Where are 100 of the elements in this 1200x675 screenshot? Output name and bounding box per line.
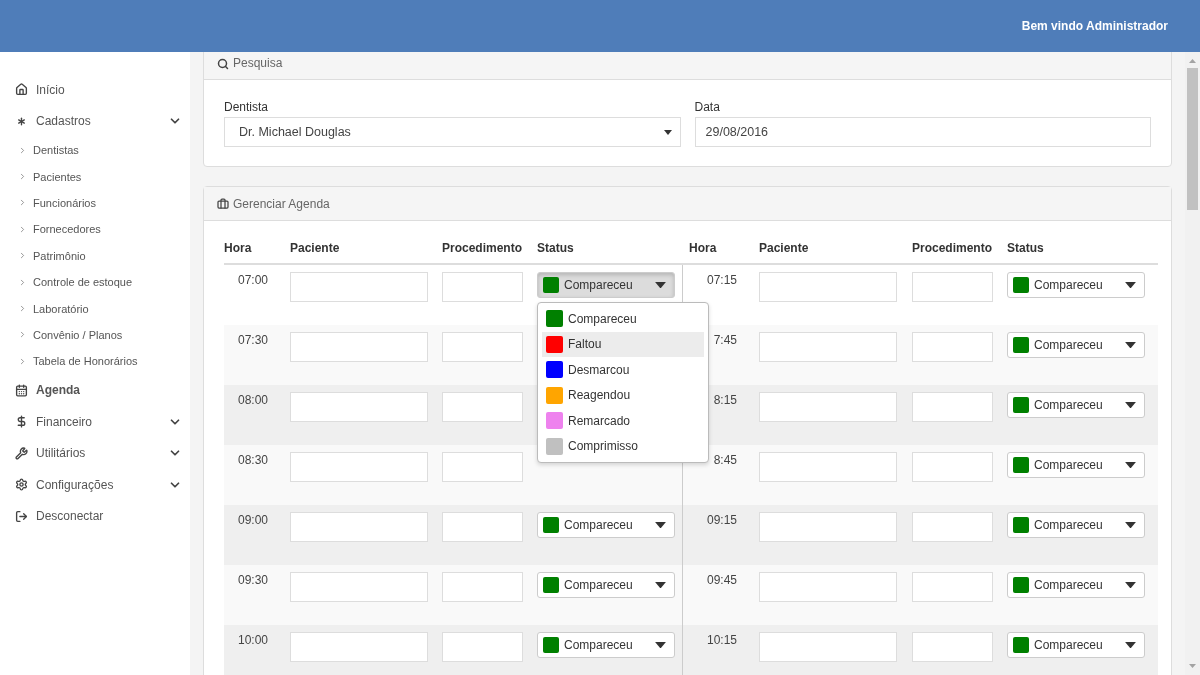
patient-input[interactable] [290,332,428,362]
caret-icon [1125,401,1136,409]
time-label: 8:15 [713,393,737,407]
sidebar-subitem[interactable]: Dentistas [0,137,190,164]
procedure-input[interactable] [442,512,523,542]
status-select[interactable]: Compareceu [537,572,675,598]
patient-input[interactable] [290,512,428,542]
status-option[interactable]: Remarcado [542,408,704,434]
procedure-input[interactable] [912,572,993,602]
status-select[interactable]: Compareceu [1007,632,1145,658]
settings-icon [15,478,28,492]
procedure-input[interactable] [442,632,523,662]
chevron-right-icon [18,224,27,234]
status-select[interactable]: Compareceu [1007,572,1145,598]
sidebar-subitem[interactable]: Laboratório [0,295,190,322]
caret-icon [655,281,666,289]
column-header: Paciente [759,240,810,255]
patient-input[interactable] [290,572,428,602]
column-header: Status [1007,240,1045,255]
sidebar-subitem[interactable]: Patrimônio [0,242,190,269]
caret-icon [663,129,672,135]
column-header: Procedimento [912,240,993,255]
status-option[interactable]: Desmarcou [542,357,704,383]
sidebar-item[interactable]: Início [0,74,190,106]
status-select[interactable]: Compareceu [1007,392,1145,418]
procedure-input[interactable] [442,392,523,422]
chevron-right-icon [18,330,27,340]
sidebar-item[interactable]: Desconectar [0,500,190,532]
chevron-right-icon [18,277,27,287]
dollar-icon [15,415,28,429]
sidebar-subitem[interactable]: Tabela de Honorários [0,348,190,375]
time-label: 7:45 [713,333,737,347]
procedure-input[interactable] [912,272,993,302]
column-header: Procedimento [442,240,523,255]
column-header: Hora [688,240,718,255]
caret-icon [655,641,666,649]
time-label: 8:45 [713,453,737,467]
status-select[interactable]: Compareceu [537,512,675,538]
status-select[interactable]: Compareceu [1007,452,1145,478]
procedure-input[interactable] [912,392,993,422]
patient-input[interactable] [759,392,897,422]
patient-input[interactable] [759,572,897,602]
procedure-input[interactable] [912,332,993,362]
sidebar-item[interactable]: Configurações [0,469,190,501]
patient-input[interactable] [290,452,428,482]
status-select[interactable]: Compareceu [1007,512,1145,538]
sidebar-subitem[interactable]: Pacientes [0,163,190,190]
chevron-right-icon [18,145,27,155]
calendar-icon [15,383,28,397]
chevron-right-icon [18,251,27,261]
patient-input[interactable] [759,452,897,482]
sidebar-subitem[interactable]: Fornecedores [0,216,190,243]
status-option[interactable]: Compareceu [542,306,704,332]
time-label: 09:15 [706,513,737,527]
date-field[interactable]: 29/08/2016 [694,117,1151,147]
time-label: 10:00 [237,633,268,647]
caret-icon [1125,521,1136,529]
patient-input[interactable] [290,632,428,662]
patient-input[interactable] [759,272,897,302]
patient-input[interactable] [759,332,897,362]
procedure-input[interactable] [912,632,993,662]
sidebar-subitem[interactable]: Controle de estoque [0,268,190,296]
time-label: 07:00 [237,273,268,287]
status-option[interactable]: Faltou [542,331,704,357]
caret-icon [1125,581,1136,589]
logout-icon [15,509,28,523]
caret-icon [655,581,666,589]
patient-input[interactable] [759,632,897,662]
status-select[interactable]: Compareceu [537,632,675,658]
sidebar-item[interactable]: Utilitários [0,437,190,469]
status-option[interactable]: Comprimisso [542,433,704,459]
dentist-select[interactable]: Dr. Michael Douglas [224,117,681,147]
chevron-right-icon [18,172,27,182]
patient-input[interactable] [290,392,428,422]
patient-input[interactable] [290,272,428,302]
status-select[interactable]: Compareceu [1007,332,1145,358]
procedure-input[interactable] [442,332,523,362]
status-option[interactable]: Reagendou [542,382,704,408]
status-select[interactable]: Compareceu [1007,272,1145,298]
procedure-input[interactable] [442,572,523,602]
status-select[interactable]: Compareceu [537,272,675,298]
field-label: Dentista [224,100,270,114]
patient-input[interactable] [759,512,897,542]
home-icon [15,83,28,97]
caret-icon [1125,281,1136,289]
search-icon [217,58,229,70]
procedure-input[interactable] [912,512,993,542]
sidebar-item[interactable]: Cadastros [0,105,190,137]
sidebar-subitem[interactable]: Funcionários [0,189,190,217]
procedure-input[interactable] [442,452,523,482]
procedure-input[interactable] [442,272,523,302]
chevron-right-icon [18,198,27,208]
time-label: 07:15 [706,273,737,287]
caret-icon [1125,341,1136,349]
panel-title: Pesquisa [233,56,283,70]
procedure-input[interactable] [912,452,993,482]
sidebar-item[interactable]: Financeiro [0,406,190,438]
scrollbar[interactable] [1185,52,1200,675]
briefcase-icon [217,197,229,210]
sidebar-subitem[interactable]: Convênio / Planos [0,321,190,349]
